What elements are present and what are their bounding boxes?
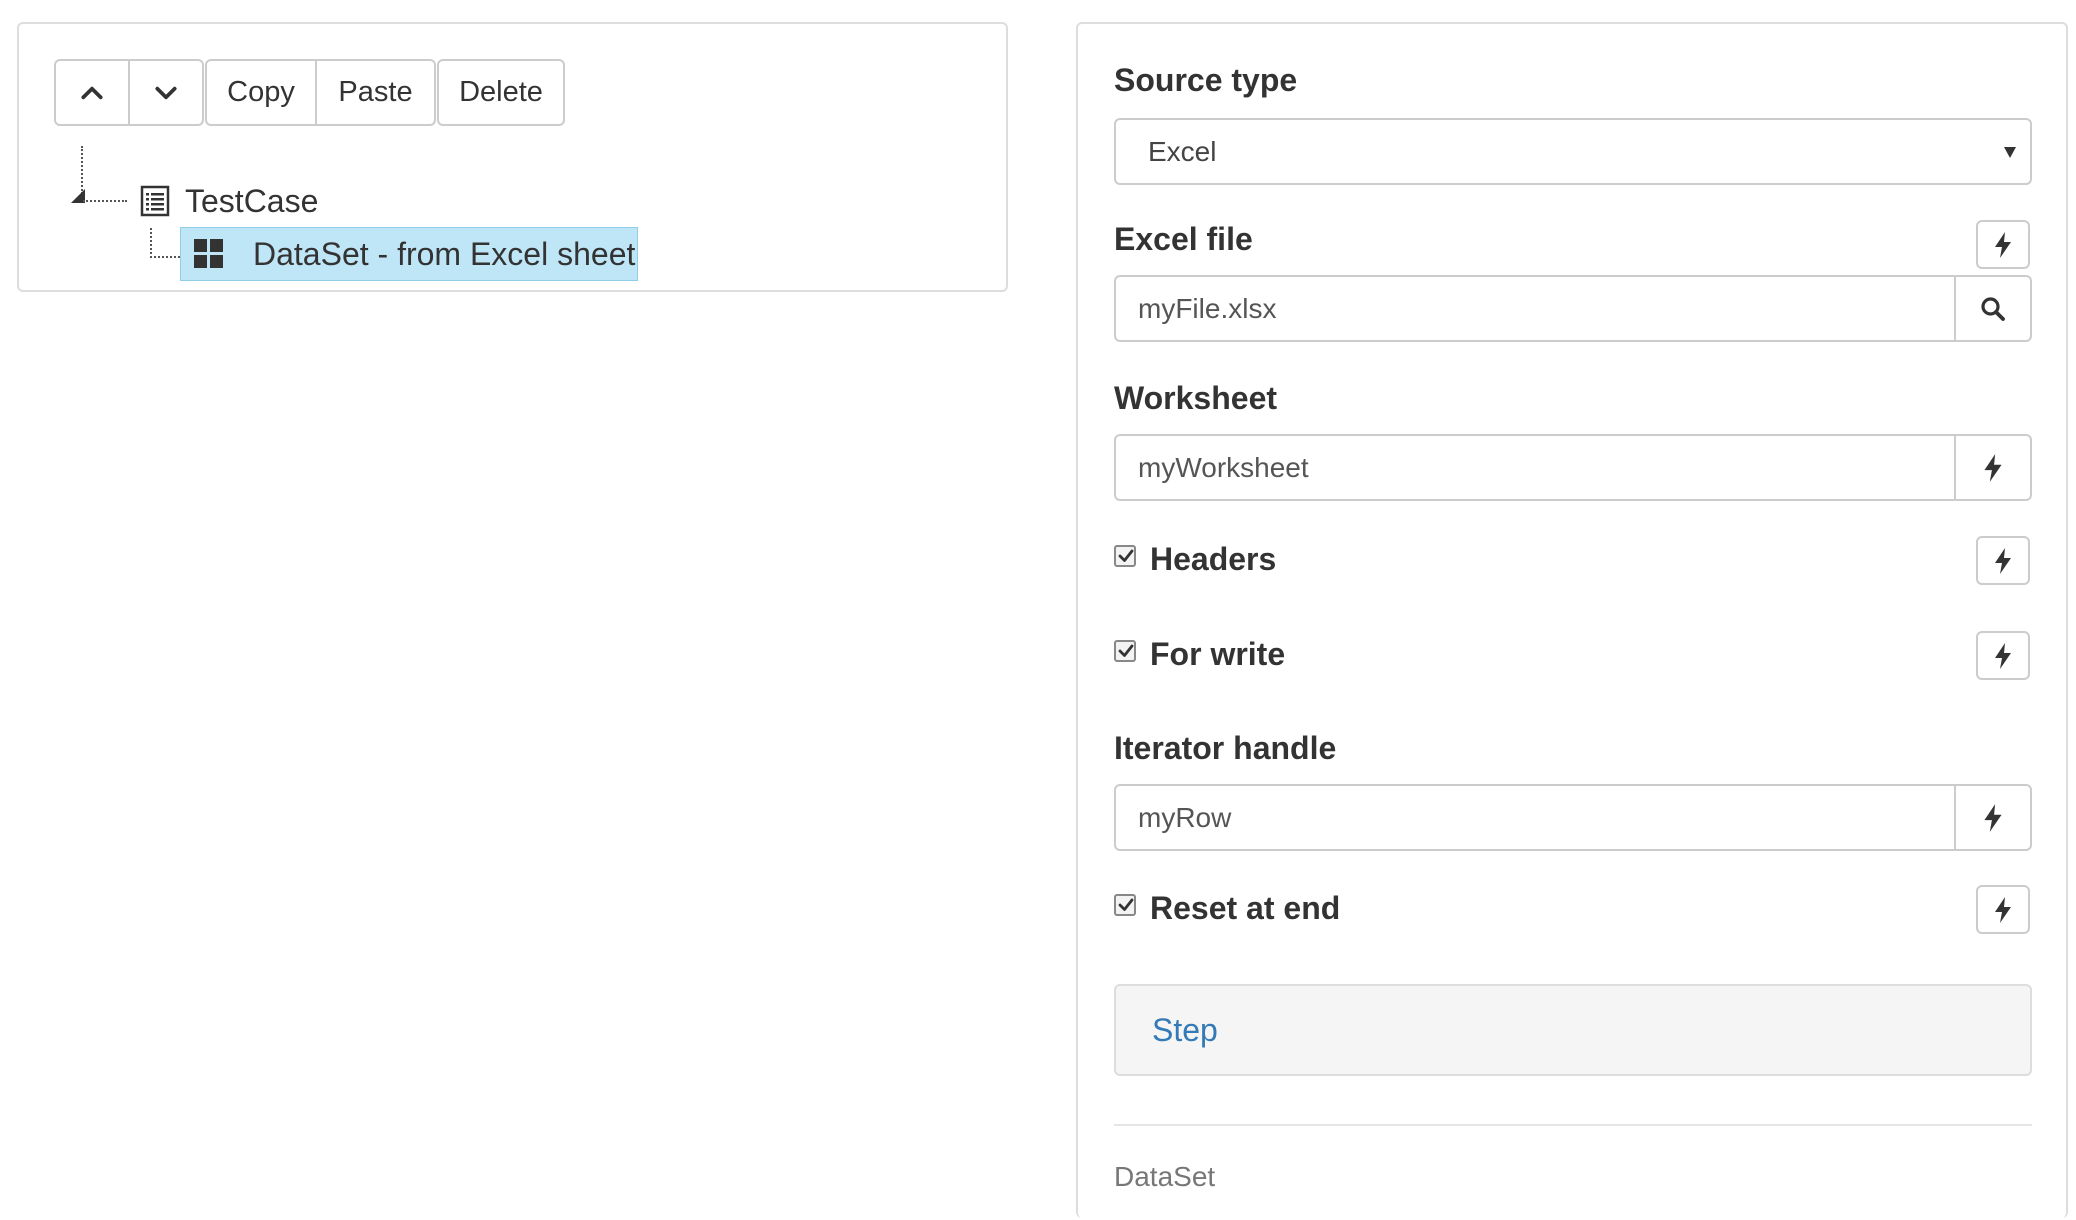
bolt-icon bbox=[1995, 896, 2011, 923]
step-link[interactable]: Step bbox=[1152, 1012, 1218, 1049]
headers-row: Headers bbox=[1114, 541, 1276, 578]
iterator-handle-label: Iterator handle bbox=[1114, 730, 1337, 766]
check-icon bbox=[1118, 898, 1134, 911]
excel-file-dynamic-button[interactable] bbox=[1976, 220, 2030, 269]
chevron-up-icon bbox=[81, 86, 103, 99]
tree-connector bbox=[150, 228, 152, 258]
move-down-button[interactable] bbox=[128, 59, 204, 126]
reset-at-end-dynamic-button[interactable] bbox=[1976, 885, 2030, 934]
list-icon bbox=[140, 185, 170, 217]
footer-type-label: DataSet bbox=[1114, 1161, 1216, 1192]
tree-node-dataset[interactable]: DataSet - from Excel sheet bbox=[180, 227, 638, 281]
for-write-row: For write bbox=[1114, 636, 1285, 673]
reset-at-end-label: Reset at end bbox=[1150, 890, 1341, 926]
source-type-label: Source type bbox=[1114, 62, 1298, 98]
step-panel-header: Step bbox=[1114, 984, 2032, 1076]
tree-panel: Copy Paste Delete TestCase DataSet - fro… bbox=[17, 22, 1008, 292]
bolt-icon bbox=[1995, 547, 2011, 574]
check-icon bbox=[1118, 644, 1134, 657]
dropdown-arrow-icon bbox=[2004, 147, 2016, 158]
tree-connector bbox=[81, 146, 83, 194]
excel-file-label: Excel file bbox=[1114, 221, 1253, 257]
tree-node-testcase[interactable]: TestCase bbox=[139, 179, 318, 223]
iterator-handle-input[interactable]: myRow bbox=[1114, 784, 1956, 851]
headers-checkbox[interactable] bbox=[1114, 544, 1136, 567]
excel-file-group: myFile.xlsx bbox=[1114, 275, 2032, 342]
delete-button[interactable]: Delete bbox=[437, 59, 565, 126]
tree-connector bbox=[83, 200, 127, 202]
headers-label: Headers bbox=[1150, 541, 1277, 577]
worksheet-group: myWorksheet bbox=[1114, 434, 2032, 501]
excel-file-input[interactable]: myFile.xlsx bbox=[1114, 275, 1956, 342]
iterator-handle-group: myRow bbox=[1114, 784, 2032, 851]
headers-dynamic-button[interactable] bbox=[1976, 536, 2030, 585]
tree-connector bbox=[150, 256, 180, 258]
iterator-handle-dynamic-button[interactable] bbox=[1956, 784, 2032, 851]
worksheet-dynamic-button[interactable] bbox=[1956, 434, 2032, 501]
source-type-value: Excel bbox=[1148, 135, 1217, 167]
source-type-select[interactable]: Excel bbox=[1114, 118, 2032, 185]
browse-file-button[interactable] bbox=[1956, 275, 2032, 342]
reset-at-end-checkbox[interactable] bbox=[1114, 893, 1136, 916]
divider bbox=[1114, 1124, 2032, 1126]
for-write-checkbox[interactable] bbox=[1114, 639, 1136, 662]
worksheet-input[interactable]: myWorksheet bbox=[1114, 434, 1956, 501]
for-write-label: For write bbox=[1150, 636, 1286, 672]
bolt-icon bbox=[1984, 453, 2002, 482]
grid-icon bbox=[194, 239, 223, 268]
check-icon bbox=[1118, 549, 1134, 562]
paste-button[interactable]: Paste bbox=[315, 59, 436, 126]
chevron-down-icon bbox=[155, 86, 177, 99]
bolt-icon bbox=[1995, 642, 2011, 669]
tree-node-label: DataSet - from Excel sheet bbox=[253, 235, 636, 272]
worksheet-label: Worksheet bbox=[1114, 380, 1278, 416]
bolt-icon bbox=[1995, 231, 2011, 258]
reset-at-end-row: Reset at end bbox=[1114, 890, 1340, 927]
move-up-button[interactable] bbox=[54, 59, 130, 126]
tree-node-label: TestCase bbox=[185, 182, 319, 219]
for-write-dynamic-button[interactable] bbox=[1976, 631, 2030, 680]
search-icon bbox=[1981, 296, 2005, 321]
copy-button[interactable]: Copy bbox=[205, 59, 317, 126]
bolt-icon bbox=[1984, 803, 2002, 832]
properties-panel: Source type Excel Excel file myFile.xlsx… bbox=[1076, 22, 2068, 1218]
tree-toolbar: Copy Paste Delete bbox=[54, 59, 565, 126]
